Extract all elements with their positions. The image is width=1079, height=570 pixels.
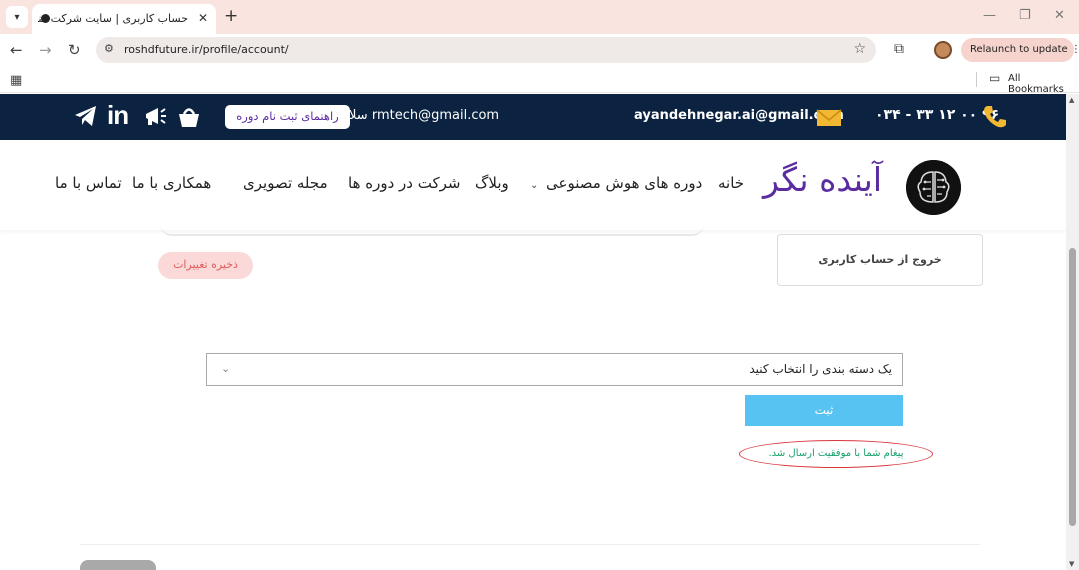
success-message: پیغام شما با موفقیت ارسال شد. <box>768 448 904 459</box>
close-tab-icon[interactable]: ✕ <box>198 11 208 25</box>
browser-tab[interactable]: حساب کاربری | سایت شرکت فناوری ✕ <box>32 4 216 34</box>
extensions-icon[interactable]: ⧉ <box>894 41 904 57</box>
phone-icon <box>984 106 1006 128</box>
logout-card[interactable]: خروج از حساب کاربری <box>777 234 983 286</box>
minimize-icon[interactable]: — <box>983 8 996 23</box>
mail-icon <box>816 109 842 126</box>
contact-email[interactable]: ayandehnegar.ai@gmail.com <box>634 108 844 123</box>
restore-icon[interactable]: ❐ <box>1019 8 1031 23</box>
bookmarks-bar: ▦ ▭ All Bookmarks <box>0 66 1079 95</box>
logout-label[interactable]: خروج از حساب کاربری <box>778 253 982 266</box>
back-icon[interactable]: ← <box>10 41 23 59</box>
chevron-down-icon: ⌄ <box>221 362 231 375</box>
scrollbar-thumb[interactable] <box>1069 248 1076 526</box>
linkedin-icon[interactable]: in <box>107 100 129 131</box>
folder-icon[interactable]: ▭ <box>989 71 1000 85</box>
all-bookmarks-label[interactable]: All Bookmarks <box>1008 73 1079 95</box>
scroll-down-icon[interactable]: ▼ <box>1069 560 1074 568</box>
relaunch-button[interactable]: Relaunch to update ⋮ <box>961 38 1079 62</box>
new-tab-icon[interactable]: + <box>224 6 238 26</box>
site-info-icon[interactable]: ⚙ <box>104 42 114 55</box>
profile-form-card <box>160 224 704 236</box>
footer-button[interactable] <box>80 560 156 570</box>
category-select-value: یک دسته بندی را انتخاب کنید <box>749 362 892 376</box>
user-greeting: سلام rmtech@gmail.com <box>341 108 500 123</box>
apps-grid-icon[interactable]: ▦ <box>10 73 22 88</box>
bookmark-star-icon[interactable]: ☆ <box>853 41 866 57</box>
tab-search-button[interactable]: ▾ <box>6 6 28 28</box>
telegram-icon[interactable] <box>74 105 98 127</box>
nav-item-blog[interactable]: وبلاگ <box>475 174 509 192</box>
close-window-icon[interactable]: ✕ <box>1054 8 1065 23</box>
reload-icon[interactable]: ↻ <box>68 41 81 59</box>
site-top-bar: in سلام rmtech@gmail.com راهنمای ثبت نام… <box>0 94 1066 140</box>
page-scrollbar[interactable]: ▲ ▼ <box>1066 94 1079 570</box>
shopping-bag-icon[interactable] <box>177 105 201 129</box>
scroll-up-icon[interactable]: ▲ <box>1069 96 1074 104</box>
browser-toolbar: ← → ↻ ⚙ roshdfuture.ir/profile/account/ … <box>0 34 1079 66</box>
forward-icon[interactable]: → <box>39 41 52 59</box>
save-changes-button[interactable]: ذخیره تغییرات <box>158 252 253 279</box>
contact-phone[interactable]: ۰۳۴ - ۳۳ ۱۲ ۰۰ ۹۶ <box>875 107 999 123</box>
url-text[interactable]: roshdfuture.ir/profile/account/ <box>124 43 289 56</box>
page-viewport: in سلام rmtech@gmail.com راهنمای ثبت نام… <box>0 94 1066 570</box>
submit-button[interactable]: ثبت <box>745 395 903 426</box>
main-navigation: خانه دوره های هوش مصنوعی ⌄ وبلاگ شرکت در… <box>0 140 1066 230</box>
relaunch-label: Relaunch to update <box>970 44 1068 55</box>
nav-item-video-magazine[interactable]: مجله تصویری <box>243 174 328 192</box>
success-highlight: پیغام شما با موفقیت ارسال شد. <box>739 440 933 468</box>
profile-avatar[interactable] <box>934 41 952 59</box>
browser-tab-strip: ▾ حساب کاربری | سایت شرکت فناوری ✕ + — ❐… <box>0 0 1079 34</box>
tab-title: حساب کاربری | سایت شرکت فناوری <box>38 12 188 25</box>
nav-item-cooperation[interactable]: همکاری با ما <box>132 174 211 192</box>
site-brand-name[interactable]: آینده نگر <box>763 160 882 199</box>
bookmarks-divider <box>976 72 977 87</box>
nav-item-ai-courses[interactable]: دوره های هوش مصنوعی <box>546 174 702 192</box>
registration-guide-button[interactable]: راهنمای ثبت نام دوره <box>225 105 350 129</box>
category-select[interactable]: یک دسته بندی را انتخاب کنید ⌄ <box>206 353 903 386</box>
nav-item-course-enrollment[interactable]: شرکت در دوره ها <box>348 174 460 192</box>
chevron-down-icon[interactable]: ⌄ <box>530 180 538 191</box>
brain-logo-icon[interactable] <box>906 160 961 215</box>
megaphone-icon[interactable] <box>144 105 168 127</box>
nav-item-contact[interactable]: تماس با ما <box>55 174 122 192</box>
nav-item-home[interactable]: خانه <box>718 174 744 192</box>
address-bar[interactable]: ⚙ roshdfuture.ir/profile/account/ ☆ <box>96 37 876 63</box>
footer-divider <box>80 544 980 545</box>
